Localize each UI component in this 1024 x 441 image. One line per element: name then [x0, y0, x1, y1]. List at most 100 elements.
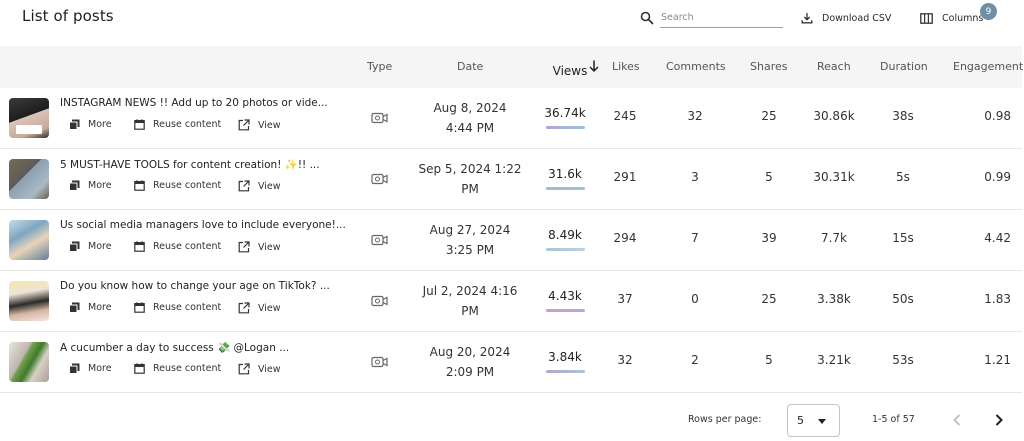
reuse-content-label: Reuse content: [153, 180, 222, 191]
caret-down-icon: [818, 419, 826, 424]
comments-value: 7: [691, 231, 699, 245]
post-thumbnail[interactable]: [9, 98, 49, 138]
post-date: Jul 2, 2024 4:16 PM: [412, 281, 528, 321]
search-input[interactable]: [660, 10, 783, 28]
view-button[interactable]: View: [238, 119, 281, 131]
reach-value: 30.31k: [813, 170, 855, 184]
download-csv-button[interactable]: Download CSV: [801, 9, 891, 27]
comments-value: 0: [691, 292, 699, 306]
shares-value: 5: [765, 353, 773, 367]
comments-value: 3: [691, 170, 699, 184]
column-header-duration[interactable]: Duration: [880, 60, 928, 73]
post-title[interactable]: Do you know how to change your age on Ti…: [60, 280, 330, 292]
video-type-icon: [371, 234, 388, 246]
sort-descending-icon[interactable]: [588, 59, 600, 73]
top-bar: List of posts Download CSV Columns 9: [0, 0, 1024, 46]
calendar-icon: [134, 119, 145, 130]
post-thumbnail[interactable]: [9, 220, 49, 260]
post-title[interactable]: INSTAGRAM NEWS !! Add up to 20 photos or…: [60, 97, 328, 109]
engagement-value: 1.21: [984, 353, 1011, 367]
post-title[interactable]: A cucumber a day to success 💸 @Logan ...: [60, 341, 289, 354]
post-thumbnail[interactable]: [9, 281, 49, 321]
post-thumbnail[interactable]: [9, 159, 49, 199]
more-button[interactable]: More: [69, 363, 112, 374]
likes-value: 291: [613, 170, 637, 184]
post-thumbnail[interactable]: [9, 342, 49, 382]
more-button[interactable]: More: [69, 302, 112, 313]
previous-page-chevron-icon[interactable]: [950, 412, 964, 428]
more-label: More: [88, 180, 112, 191]
column-header-date[interactable]: Date: [457, 60, 483, 73]
view-label: View: [258, 363, 281, 375]
view-button[interactable]: View: [238, 302, 281, 314]
reuse-content-button[interactable]: Reuse content: [134, 180, 221, 191]
post-date-line1: Aug 27, 2024: [429, 223, 511, 237]
post-date-line1: Jul 2, 2024 4:16: [422, 284, 518, 298]
view-label: View: [258, 119, 281, 131]
rows-per-page-select[interactable]: 5: [787, 404, 840, 437]
rows-per-page-value: 5: [797, 414, 804, 427]
more-button[interactable]: More: [69, 180, 112, 191]
duration-value: 53s: [892, 353, 914, 367]
post-title[interactable]: Us social media managers love to include…: [60, 219, 346, 231]
download-csv-label: Download CSV: [822, 12, 892, 24]
table-row[interactable]: Us social media managers love to include…: [0, 210, 1022, 271]
search-icon: [640, 11, 654, 25]
views-bar: [546, 187, 585, 190]
likes-value: 32: [617, 353, 633, 367]
view-button[interactable]: View: [238, 363, 281, 375]
post-title[interactable]: 5 MUST-HAVE TOOLS for content creation! …: [60, 158, 320, 171]
table-header: Type Date Views Likes Comments Shares Re…: [0, 46, 1023, 88]
more-button[interactable]: More: [69, 119, 112, 130]
calendar-icon: [134, 241, 145, 252]
reach-value: 3.21k: [817, 353, 851, 367]
likes-value: 294: [613, 231, 637, 245]
copy-icon: [69, 363, 80, 374]
post-date-line1: Aug 20, 2024: [429, 345, 511, 359]
reuse-content-button[interactable]: Reuse content: [134, 363, 221, 374]
table-row[interactable]: INSTAGRAM NEWS !! Add up to 20 photos or…: [0, 88, 1022, 149]
reuse-content-label: Reuse content: [153, 119, 222, 130]
column-header-reach[interactable]: Reach: [817, 60, 851, 73]
reuse-content-button[interactable]: Reuse content: [134, 119, 221, 130]
views-value: 3.84k: [548, 350, 582, 364]
reuse-content-label: Reuse content: [153, 302, 222, 313]
view-button[interactable]: View: [238, 180, 281, 192]
table-row[interactable]: 5 MUST-HAVE TOOLS for content creation! …: [0, 149, 1022, 210]
view-label: View: [258, 302, 281, 314]
more-button[interactable]: More: [69, 241, 112, 252]
column-header-likes[interactable]: Likes: [612, 60, 640, 73]
post-date-line1: Aug 8, 2024: [433, 101, 507, 115]
column-header-type[interactable]: Type: [367, 60, 392, 73]
reuse-content-label: Reuse content: [153, 241, 222, 252]
pagination-range: 1-5 of 57: [872, 414, 915, 425]
copy-icon: [69, 180, 80, 191]
table-row[interactable]: Do you know how to change your age on Ti…: [0, 271, 1022, 332]
copy-icon: [69, 241, 80, 252]
columns-button[interactable]: Columns: [920, 9, 983, 27]
external-link-icon: [238, 363, 250, 375]
reuse-content-button[interactable]: Reuse content: [134, 241, 221, 252]
post-date: Aug 8, 2024 4:44 PM: [412, 98, 528, 138]
reuse-content-button[interactable]: Reuse content: [134, 302, 221, 313]
likes-value: 245: [613, 109, 637, 123]
copy-icon: [69, 119, 80, 130]
views-bar: [546, 248, 585, 251]
post-date-line2: 2:09 PM: [445, 365, 495, 379]
column-header-shares[interactable]: Shares: [750, 60, 787, 73]
column-header-comments[interactable]: Comments: [666, 60, 726, 73]
more-label: More: [88, 119, 112, 130]
more-label: More: [88, 302, 112, 313]
video-type-icon: [371, 173, 388, 185]
columns-label: Columns: [942, 12, 984, 24]
column-header-engagement[interactable]: Engagement: [953, 60, 1023, 73]
table-row[interactable]: A cucumber a day to success 💸 @Logan ...…: [0, 332, 1022, 393]
column-header-views[interactable]: Views: [549, 64, 591, 78]
comments-value: 32: [687, 109, 703, 123]
rows-per-page-label: Rows per page:: [688, 414, 762, 425]
reach-value: 7.7k: [820, 231, 848, 245]
video-type-icon: [371, 112, 388, 124]
next-page-chevron-icon[interactable]: [992, 412, 1006, 428]
video-type-icon: [371, 356, 388, 368]
view-button[interactable]: View: [238, 241, 281, 253]
